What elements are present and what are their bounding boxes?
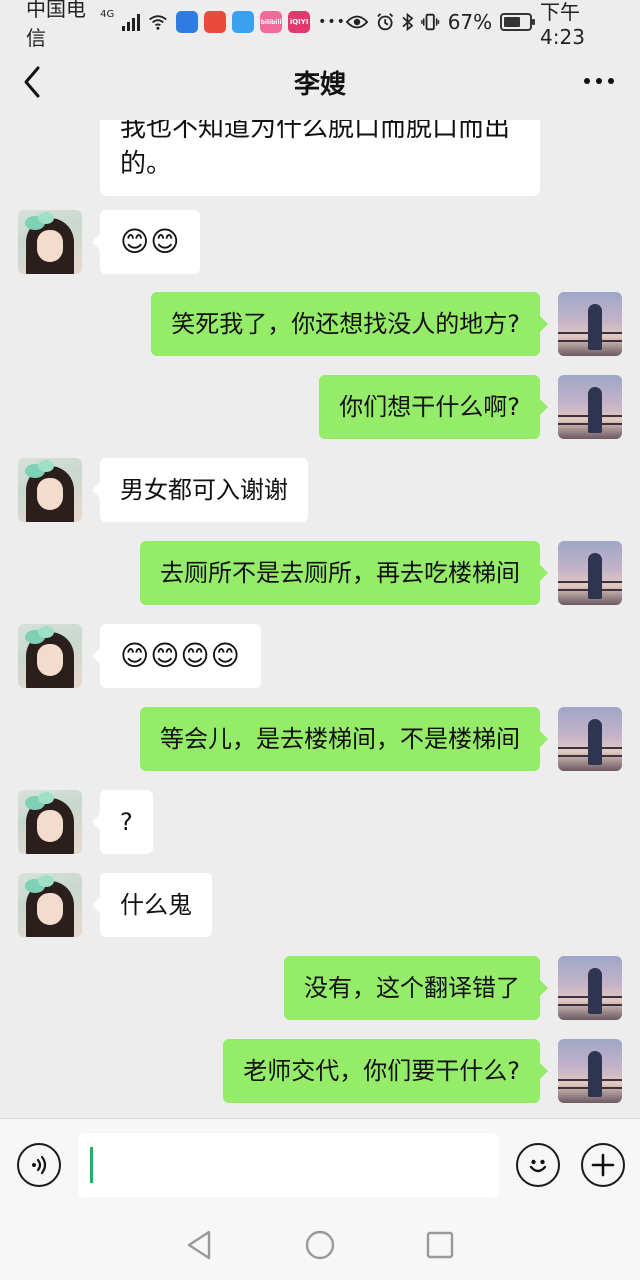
my-avatar[interactable]: [558, 541, 622, 605]
message-row-right: 你们想干什么啊?: [319, 375, 622, 439]
app-icon-blue: [176, 11, 199, 33]
more-functions-button[interactable]: [581, 1143, 625, 1187]
app-badges: bilibili iQIYI: [176, 11, 311, 33]
nav-recents-button[interactable]: [420, 1225, 460, 1265]
message-row-right: 等会儿，是去楼梯间，不是楼梯间: [140, 707, 622, 771]
received-message-bubble[interactable]: 我也不知道为什么脱口而脱口而出的。: [100, 120, 540, 196]
contact-avatar[interactable]: [18, 458, 82, 522]
contact-avatar[interactable]: [18, 873, 82, 937]
vibrate-icon: [421, 13, 440, 31]
nav-home-button[interactable]: [300, 1225, 340, 1265]
square-recents-icon: [426, 1231, 454, 1259]
input-bar: [0, 1118, 640, 1210]
contact-avatar[interactable]: [18, 790, 82, 854]
alarm-icon: [377, 13, 394, 31]
message-list[interactable]: 我也不知道为什么脱口而脱口而出的。 😊😊 笑死我了，你还想找没人的地方? 你们想干什么…: [0, 120, 640, 1118]
sent-message-bubble[interactable]: 等会儿，是去楼梯间，不是楼梯间: [140, 707, 548, 771]
sent-message-bubble[interactable]: 你们想干什么啊?: [319, 375, 548, 439]
status-bar: 中国电信 4G bilibili iQIYI ••• 67% 下午4:23: [0, 0, 640, 50]
my-avatar[interactable]: [558, 375, 622, 439]
my-avatar[interactable]: [558, 292, 622, 356]
signal-icon: [122, 13, 141, 31]
battery-icon: [500, 13, 535, 31]
status-right: 67% 下午4:23: [345, 0, 618, 49]
back-button[interactable]: [18, 64, 48, 100]
circle-home-icon: [305, 1230, 335, 1260]
my-avatar[interactable]: [558, 956, 622, 1020]
sent-message-bubble[interactable]: 笑死我了，你还想找没人的地方?: [151, 292, 548, 356]
sent-message-bubble[interactable]: 去厕所不是去厕所，再去吃楼梯间: [140, 541, 548, 605]
message-input[interactable]: [78, 1133, 499, 1197]
app-icon-browser: [232, 11, 255, 33]
sent-message-bubble[interactable]: 没有，这个翻译错了: [284, 956, 548, 1020]
received-message-bubble[interactable]: ?: [92, 790, 153, 854]
plus-icon: [591, 1153, 615, 1177]
more-options-button[interactable]: [584, 78, 614, 84]
battery-percent: 67%: [447, 10, 493, 34]
message-row-left: 男女都可入谢谢: [18, 458, 308, 522]
message-row-right: 笑死我了，你还想找没人的地方?: [151, 292, 622, 356]
received-message-bubble[interactable]: 😊😊😊😊: [92, 624, 261, 688]
chevron-left-icon: [24, 66, 40, 98]
message-row-left: 😊😊😊😊: [18, 624, 261, 688]
text-cursor: [90, 1147, 93, 1183]
message-row-left: 什么鬼: [18, 873, 212, 937]
emoji-button[interactable]: [516, 1143, 560, 1187]
chat-title: 李嫂: [293, 69, 346, 100]
received-message-bubble[interactable]: 男女都可入谢谢: [92, 458, 308, 522]
voice-button[interactable]: [17, 1143, 61, 1187]
eye-icon: [345, 15, 368, 29]
received-message-bubble[interactable]: 什么鬼: [92, 873, 212, 937]
message-row-left: 😊😊: [18, 210, 201, 274]
wifi-icon: [149, 15, 168, 30]
sent-message-bubble[interactable]: 老师交代，你们要干什么?: [223, 1039, 548, 1103]
triangle-back-icon: [187, 1230, 211, 1260]
message-row-left: ?: [18, 790, 153, 854]
clock: 下午4:23: [540, 0, 585, 49]
network-label: 4G: [100, 8, 115, 20]
app-icon-bilibili: bilibili: [260, 11, 283, 33]
contact-avatar[interactable]: [18, 210, 82, 274]
my-avatar[interactable]: [558, 707, 622, 771]
more-notifications-icon: •••: [318, 14, 346, 30]
bluetooth-icon: [402, 12, 414, 32]
contact-avatar[interactable]: [18, 624, 82, 688]
app-icon-red: [204, 11, 227, 33]
voice-icon: [32, 1155, 47, 1175]
chat-header: 李嫂: [0, 44, 640, 120]
my-avatar[interactable]: [558, 1039, 622, 1103]
app-icon-iqiyi: iQIYI: [288, 11, 311, 33]
system-nav-bar: [0, 1210, 640, 1280]
message-row-right: 去厕所不是去厕所，再去吃楼梯间: [140, 541, 622, 605]
message-row-left: 我也不知道为什么脱口而脱口而出的。: [18, 120, 540, 196]
message-row-right: 老师交代，你们要干什么?: [223, 1039, 622, 1103]
nav-back-button[interactable]: [180, 1225, 220, 1265]
received-message-bubble[interactable]: 😊😊: [91, 210, 201, 274]
smiley-icon: [529, 1159, 547, 1173]
message-row-right: 没有，这个翻译错了: [284, 956, 622, 1020]
